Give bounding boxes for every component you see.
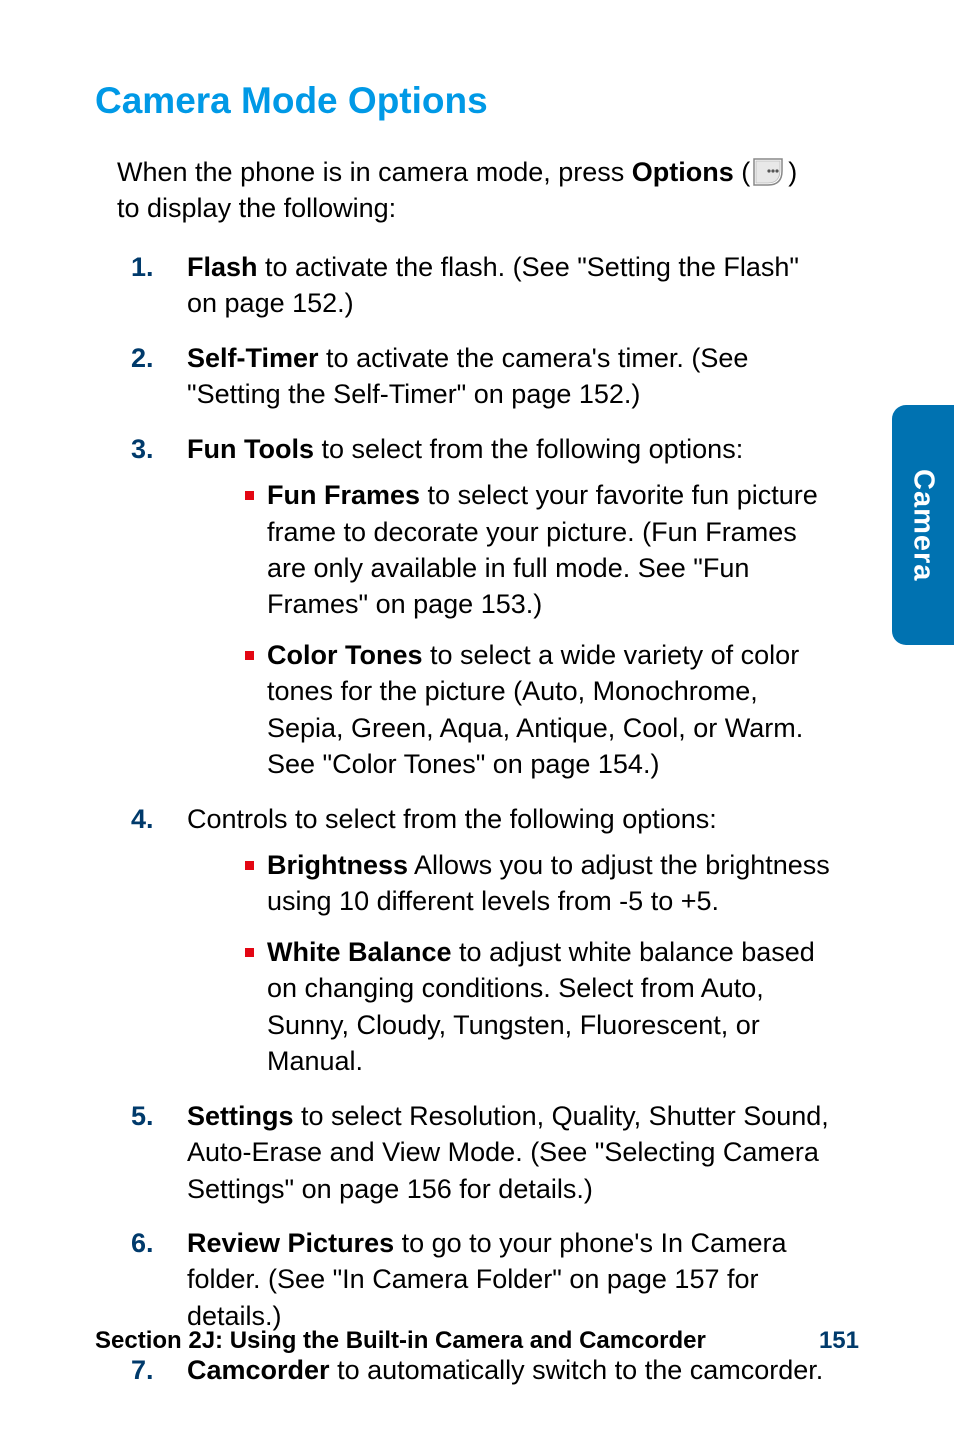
item-number: 5. [131, 1098, 154, 1134]
options-list: 1. Flash to activate the flash. (See "Se… [131, 249, 831, 1389]
section-heading: Camera Mode Options [95, 80, 859, 122]
sub-lead: Brightness [267, 850, 408, 880]
item-lead: Camcorder [187, 1355, 330, 1385]
item-number: 7. [131, 1352, 154, 1388]
intro-text-pre: When the phone is in camera mode, press [117, 157, 632, 187]
softkey-icon [752, 157, 786, 187]
sub-list-item: Color Tones to select a wide variety of … [245, 637, 831, 783]
intro-paragraph: When the phone is in camera mode, press … [117, 154, 817, 227]
sub-list: Brightness Allows you to adjust the brig… [245, 847, 831, 1080]
side-tab: Camera [892, 405, 954, 645]
item-number: 3. [131, 431, 154, 467]
sub-list-item: Brightness Allows you to adjust the brig… [245, 847, 831, 920]
sub-list-item: Fun Frames to select your favorite fun p… [245, 477, 831, 623]
item-number: 4. [131, 801, 154, 837]
item-lead: Settings [187, 1101, 294, 1131]
item-lead: Self-Timer [187, 343, 319, 373]
item-number: 6. [131, 1225, 154, 1261]
list-item: 3. Fun Tools to select from the followin… [131, 431, 831, 783]
item-number: 1. [131, 249, 154, 285]
sub-lead: Color Tones [267, 640, 423, 670]
item-lead: Review Pictures [187, 1228, 394, 1258]
list-item: 1. Flash to activate the flash. (See "Se… [131, 249, 831, 322]
list-item: 4. Controls to select from the following… [131, 801, 831, 1080]
list-item: 6. Review Pictures to go to your phone's… [131, 1225, 831, 1334]
open-paren: ( [734, 157, 751, 187]
item-number: 2. [131, 340, 154, 376]
item-text: to activate the flash. (See "Setting the… [187, 252, 799, 318]
page-footer: Section 2J: Using the Built-in Camera an… [95, 1327, 859, 1355]
item-text: to select from the following options: [314, 434, 743, 464]
sub-list-item: White Balance to adjust white balance ba… [245, 934, 831, 1080]
item-text: Controls to select from the following op… [187, 804, 717, 834]
item-text: to automatically switch to the camcorder… [330, 1355, 824, 1385]
options-label: Options [632, 157, 734, 187]
page-number: 151 [819, 1327, 859, 1355]
sub-lead: Fun Frames [267, 480, 420, 510]
list-item: 5. Settings to select Resolution, Qualit… [131, 1098, 831, 1207]
footer-section-title: Section 2J: Using the Built-in Camera an… [95, 1327, 706, 1355]
item-lead: Flash [187, 252, 258, 282]
list-item: 7. Camcorder to automatically switch to … [131, 1352, 831, 1388]
item-lead: Fun Tools [187, 434, 314, 464]
sub-list: Fun Frames to select your favorite fun p… [245, 477, 831, 783]
list-item: 2. Self-Timer to activate the camera's t… [131, 340, 831, 413]
sub-lead: White Balance [267, 937, 452, 967]
side-tab-label: Camera [907, 469, 940, 581]
